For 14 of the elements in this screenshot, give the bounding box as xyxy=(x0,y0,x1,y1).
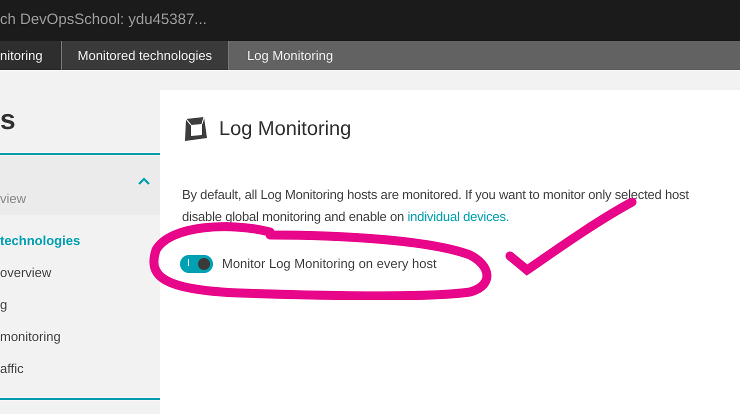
breadcrumb-item[interactable]: Log Monitoring xyxy=(229,41,740,70)
cube-icon xyxy=(182,116,208,142)
sidebar-title: s xyxy=(0,103,16,137)
sidebar-item[interactable]: g xyxy=(0,295,8,315)
sidebar-item[interactable]: overview xyxy=(0,263,52,283)
page-title: Log Monitoring xyxy=(219,117,352,142)
breadcrumb-item[interactable]: nitoring xyxy=(0,41,62,70)
chevron-up-icon[interactable] xyxy=(137,177,151,186)
sidebar-item[interactable]: affic xyxy=(0,359,24,379)
breadcrumb-item[interactable]: Monitored technologies xyxy=(62,41,230,70)
sidebar-item[interactable]: monitoring xyxy=(0,327,61,347)
description-text: By default, all Log Monitoring hosts are monitored. If you want to monitor only selected host disable global monitoring and enable on individual devices. xyxy=(182,186,690,226)
toggle-label: Monitor Log Monitoring on every host xyxy=(222,255,437,273)
window-title: ch DevOpsSchool: ydu45387... xyxy=(0,10,207,30)
